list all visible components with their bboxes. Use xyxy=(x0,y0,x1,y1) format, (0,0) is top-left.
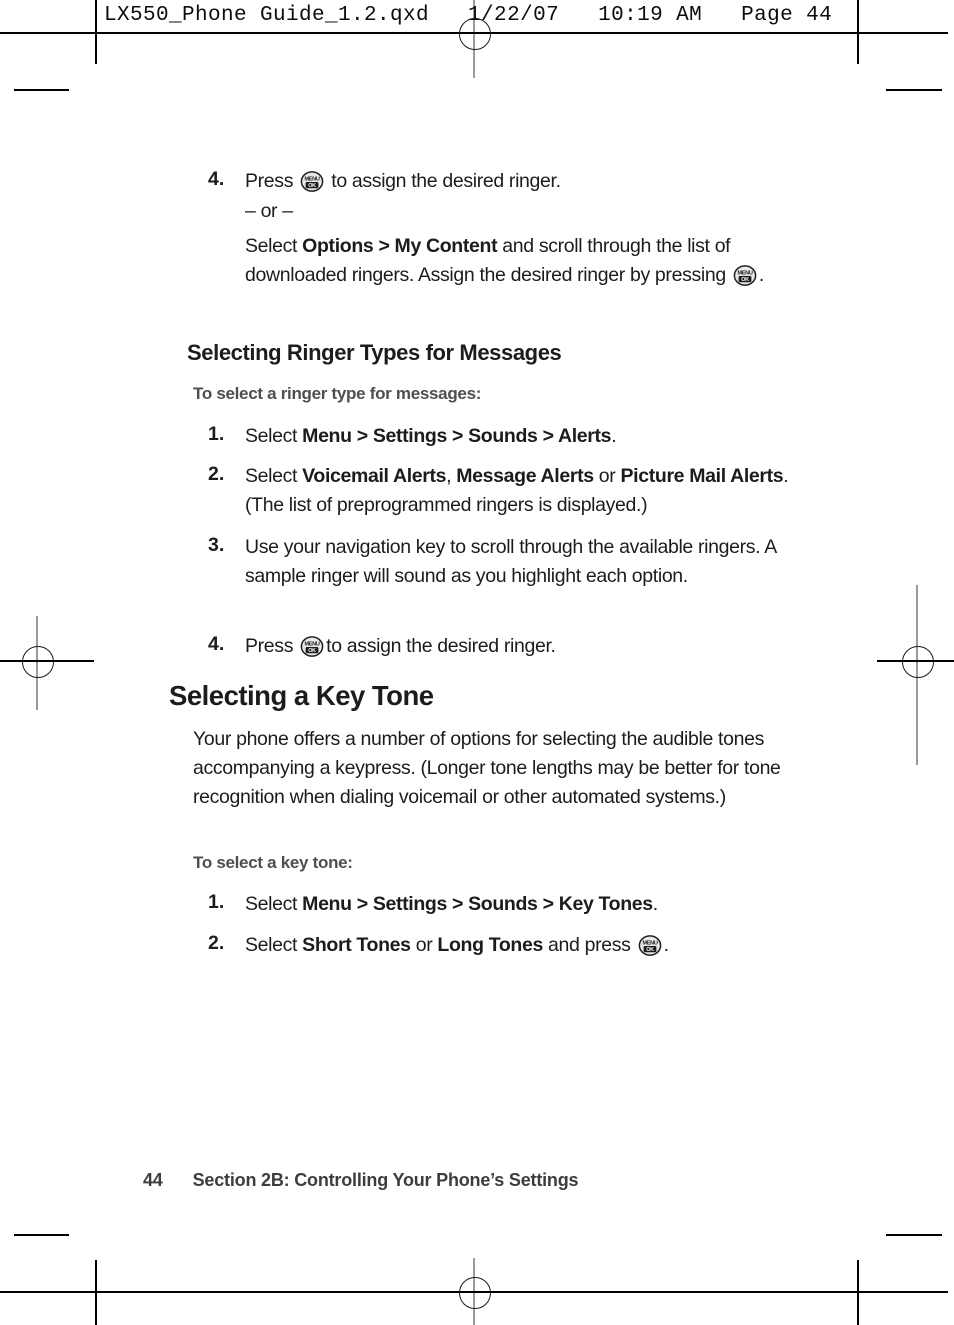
step-bold-path: Menu > Settings > Sounds > Alerts xyxy=(302,425,612,447)
list-item-text: Press MENU OK to assign the desired ring… xyxy=(245,167,808,196)
step-post: to assign the desired ringer. xyxy=(326,635,556,657)
footer-page-number: 44 xyxy=(143,1170,163,1190)
section-paragraph-key-tone: Your phone offers a number of options fo… xyxy=(193,728,781,808)
alt-pre: Select xyxy=(245,235,303,257)
menu-ok-key-icon: MENU OK xyxy=(638,935,662,956)
svg-text:OK: OK xyxy=(308,183,316,189)
page-footer: 44 Section 2B: Controlling Your Phone’s S… xyxy=(143,1170,579,1191)
step-bold-message-alerts: Message Alerts xyxy=(456,465,594,487)
step-bold-short-tones: Short Tones xyxy=(302,934,411,956)
footer-section-title: Section 2B: Controlling Your Phone’s Set… xyxy=(192,1170,579,1190)
svg-text:OK: OK xyxy=(646,947,654,953)
crop-mark-bottom-right-horizontal xyxy=(886,1234,942,1236)
step-mid: and press xyxy=(542,934,636,956)
list-item: 1. Select Menu > Settings > Sounds > Key… xyxy=(208,890,808,919)
list-item-text: Select Voicemail Alerts, Message Alerts … xyxy=(245,462,790,520)
document-page: LX550_Phone Guide_1.2.qxd 1/22/07 10:19 … xyxy=(0,0,954,1325)
list-item-number: 2. xyxy=(208,932,225,954)
crop-mark-top-left-horizontal xyxy=(14,89,69,91)
step-sep: or xyxy=(410,934,438,956)
list-item-number: 1. xyxy=(208,423,225,445)
list-item: 3. Use your navigation key to scroll thr… xyxy=(208,533,798,591)
list-item-text: Select Menu > Settings > Sounds > Alerts… xyxy=(245,422,808,451)
list-item-number: 2. xyxy=(208,463,225,485)
list-item: 1. Select Menu > Settings > Sounds > Ale… xyxy=(208,422,808,451)
step-pre: Select xyxy=(245,425,303,447)
step-pre: Press xyxy=(245,635,299,657)
menu-ok-key-icon: MENU OK xyxy=(300,636,324,657)
section-lead-ringer-types: To select a ringer type for messages: xyxy=(193,384,482,403)
registration-mark-right-circle xyxy=(902,646,934,678)
section-heading-key-tone: Selecting a Key Tone xyxy=(169,680,434,711)
step-post: . xyxy=(652,893,658,915)
step-pre: Select xyxy=(245,893,303,915)
svg-text:MENU: MENU xyxy=(305,641,320,647)
list-item-number: 3. xyxy=(208,534,225,556)
list-item-text: Use your navigation key to scroll throug… xyxy=(245,536,776,587)
svg-text:MENU: MENU xyxy=(737,270,752,276)
list-item: 2. Select Short Tones or Long Tones and … xyxy=(208,931,808,960)
alt-bold-path: Options > My Content xyxy=(302,235,498,257)
step-post: . xyxy=(663,934,669,956)
list-item: 2. Select Voicemail Alerts, Message Aler… xyxy=(208,462,790,520)
step-sep-1: , xyxy=(446,465,457,487)
svg-text:OK: OK xyxy=(308,648,316,654)
list-item-number: 4. xyxy=(208,633,225,655)
list-item: 4. Press MENU OK to assign the desired r… xyxy=(208,167,808,196)
list-item-text: Select Menu > Settings > Sounds > Key To… xyxy=(245,890,808,919)
registration-mark-left-circle xyxy=(22,646,54,678)
list-item-text: Select Short Tones or Long Tones and pre… xyxy=(245,931,808,960)
step-bold-voicemail-alerts: Voicemail Alerts xyxy=(302,465,447,487)
menu-ok-key-icon: MENU OK xyxy=(733,265,757,286)
alt-post: . xyxy=(758,264,764,286)
list-item: 4. Press MENU OK to assign the desired r… xyxy=(208,632,808,661)
step-text-after: to assign the desired ringer. xyxy=(331,170,561,192)
svg-text:OK: OK xyxy=(741,277,749,283)
step-bold-long-tones: Long Tones xyxy=(437,934,543,956)
alternate-step-text: Select Options > My Content and scroll t… xyxy=(245,232,790,290)
step-text-before: Press xyxy=(245,170,294,192)
step-pre: Select xyxy=(245,465,303,487)
prepress-header-text: LX550_Phone Guide_1.2.qxd 1/22/07 10:19 … xyxy=(104,4,833,27)
list-item-text: Press MENU OK to assign the desired ring… xyxy=(245,632,808,661)
crop-mark-top-right-horizontal xyxy=(886,89,942,91)
section-heading-ringer-types: Selecting Ringer Types for Messages xyxy=(187,340,562,365)
crop-mark-bottom-left-horizontal xyxy=(14,1234,69,1236)
step-sep-2: or xyxy=(593,465,621,487)
step-pre: Select xyxy=(245,934,303,956)
list-item-number: 1. xyxy=(208,891,225,913)
or-separator: – or – xyxy=(245,200,293,222)
registration-mark-bottom-circle xyxy=(459,1277,491,1309)
step-post: . xyxy=(611,425,617,447)
svg-text:MENU: MENU xyxy=(642,940,657,946)
section-lead-key-tone: To select a key tone: xyxy=(193,853,353,872)
step-bold-picture-mail-alerts: Picture Mail Alerts xyxy=(620,465,784,487)
menu-ok-key-icon: MENU OK xyxy=(300,171,324,192)
list-item-number: 4. xyxy=(208,168,225,190)
svg-text:MENU: MENU xyxy=(305,176,320,182)
step-bold-path: Menu > Settings > Sounds > Key Tones xyxy=(302,893,653,915)
